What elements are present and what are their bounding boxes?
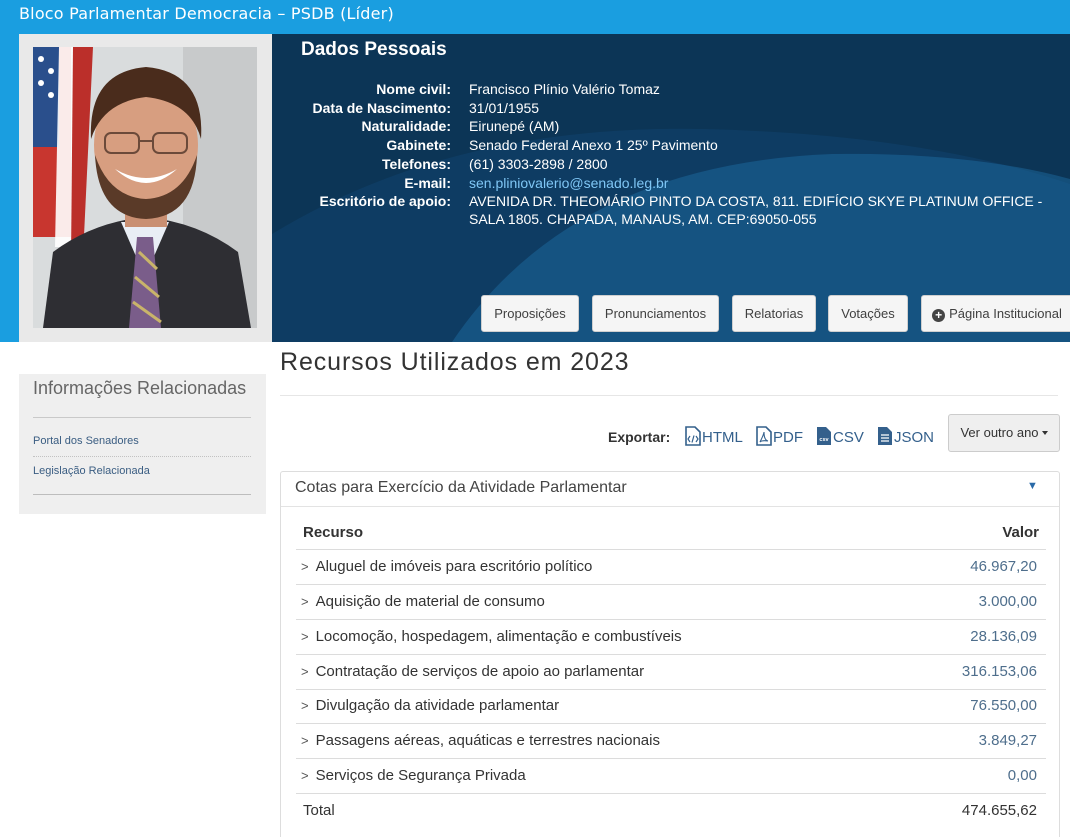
total-label: Total [303, 802, 335, 819]
triangle-down-icon[interactable]: ▼ [1027, 480, 1038, 492]
divider [33, 417, 251, 418]
caret-down-icon [1041, 431, 1048, 435]
row-value: 3.849,27 [978, 732, 1037, 749]
export-label: Exportar: [608, 429, 671, 445]
table-row[interactable]: > Divulgação da atividade parlamentar [301, 697, 559, 714]
row-label: Contratação de serviços de apoio ao parl… [315, 663, 645, 680]
field-value: Francisco Plínio Valério Tomaz [469, 81, 660, 97]
divider [280, 395, 1058, 396]
file-csv-icon: csv [817, 427, 831, 445]
export-pdf-link[interactable]: PDF [756, 426, 803, 448]
field-value: Eirunepé (AM) [469, 118, 560, 134]
party-bar: Bloco Parlamentar Democracia – PSDB (Líd… [0, 0, 1070, 34]
row-divider [296, 758, 1046, 759]
ver-outro-ano-label: Ver outro ano [960, 425, 1039, 440]
table-row[interactable]: > Aluguel de imóveis para escritório polí… [301, 558, 592, 575]
field-value: (61) 3303-2898 / 2800 [469, 156, 608, 172]
field-label: Data de Nascimento: [312, 100, 451, 116]
row-value: 3.000,00 [978, 593, 1037, 610]
export-format-label: PDF [773, 429, 803, 446]
header-band [0, 34, 19, 342]
export-csv-link[interactable]: csv CSV [816, 426, 864, 448]
file-text-icon [878, 427, 892, 445]
personal-data-heading: Dados Pessoais [301, 39, 447, 60]
row-divider [296, 549, 1046, 550]
row-divider [296, 723, 1046, 724]
field-label: Nome civil: [376, 81, 451, 97]
tab-pronunciamentos[interactable]: Pronunciamentos [592, 295, 719, 332]
field-label: Escritório de apoio: [319, 193, 451, 209]
page-title: Recursos Utilizados em 2023 [280, 348, 630, 376]
accordion-title: Cotas para Exercício da Atividade Parlam… [295, 479, 627, 496]
table-row[interactable]: > Passagens aéreas, aquáticas e terrestre… [301, 732, 660, 749]
svg-text:csv: csv [819, 437, 829, 443]
chevron-right-icon: > [301, 664, 309, 679]
row-label: Divulgação da atividade parlamentar [315, 697, 560, 714]
tab-relatorias[interactable]: Relatorias [732, 295, 816, 332]
tab-votacoes[interactable]: Votações [828, 295, 908, 332]
total-value: 474.655,62 [961, 802, 1037, 819]
row-divider [296, 619, 1046, 620]
row-divider [296, 654, 1046, 655]
export-format-label: HTML [702, 429, 743, 446]
export-html-link[interactable]: HTML [685, 426, 743, 448]
ver-outro-ano-button[interactable]: Ver outro ano [948, 414, 1060, 452]
party-title: Bloco Parlamentar Democracia – PSDB (Líd… [19, 4, 394, 23]
row-divider [296, 793, 1046, 794]
row-value: 0,00 [1007, 767, 1037, 784]
accordion-header[interactable]: Cotas para Exercício da Atividade Parlam… [281, 472, 1059, 507]
column-header-valor: Valor [1002, 524, 1039, 541]
export-json-link[interactable]: JSON [877, 426, 934, 448]
cotas-accordion: Cotas para Exercício da Atividade Parlam… [280, 471, 1060, 837]
column-header-recurso: Recurso [303, 524, 364, 541]
chevron-right-icon: > [301, 698, 309, 713]
photo-frame [19, 34, 272, 342]
chevron-right-icon: > [301, 733, 309, 748]
row-value: 76.550,00 [970, 697, 1037, 714]
plus-circle-icon: + [932, 309, 946, 322]
table-row[interactable]: > Contratação de serviços de apoio ao par… [301, 663, 644, 680]
chevron-right-icon: > [301, 629, 309, 644]
row-value: 46.967,20 [970, 558, 1037, 575]
tab-pagina-institucional[interactable]: + Página Institucional [921, 295, 1070, 332]
row-divider [296, 584, 1046, 585]
row-label: Aluguel de imóveis para escritório polít… [315, 558, 593, 575]
row-label: Locomoção, hospedagem, alimentação e com… [315, 628, 682, 645]
file-code-icon [685, 426, 701, 446]
row-label: Aquisição de material de consumo [315, 593, 545, 610]
related-info-sidebar: Informações Relacionadas Portal dos Sena… [19, 374, 266, 514]
personal-data-panel: Dados Pessoais Nome civil: Francisco Plí… [272, 34, 1070, 342]
export-format-label: CSV [833, 429, 864, 446]
field-label: E-mail: [404, 175, 451, 191]
divider [33, 494, 251, 495]
senator-photo [33, 47, 257, 328]
field-label: Telefones: [382, 156, 451, 172]
table-row[interactable]: > Aquisição de material de consumo [301, 593, 545, 610]
sidebar-link-legislacao[interactable]: Legislação Relacionada [33, 465, 150, 477]
chevron-right-icon: > [301, 559, 309, 574]
tab-label: Página Institucional [949, 306, 1062, 321]
chevron-right-icon: > [301, 768, 309, 783]
sidebar-title: Informações Relacionadas [33, 378, 247, 398]
file-pdf-icon [756, 426, 772, 446]
field-value: AVENIDA DR. THEOMÁRIO PINTO DA COSTA, 81… [469, 193, 1043, 227]
divider [33, 456, 251, 457]
table-row[interactable]: > Serviços de Segurança Privada [301, 767, 526, 784]
field-label: Naturalidade: [361, 118, 451, 134]
field-value: Senado Federal Anexo 1 25º Pavimento [469, 137, 718, 153]
sidebar-link-portal[interactable]: Portal dos Senadores [33, 435, 139, 447]
email-link[interactable]: sen.pliniovalerio@senado.leg.br [469, 174, 668, 192]
chevron-right-icon: > [301, 594, 309, 609]
row-label: Passagens aéreas, aquáticas e terrestres… [315, 732, 660, 749]
row-label: Serviços de Segurança Privada [315, 767, 526, 784]
field-value: 31/01/1955 [469, 100, 540, 116]
row-value: 316.153,06 [961, 663, 1037, 680]
row-divider [296, 689, 1046, 690]
export-format-label: JSON [894, 429, 935, 446]
row-value: 28.136,09 [970, 628, 1037, 645]
table-row[interactable]: > Locomoção, hospedagem, alimentação e co… [301, 628, 682, 645]
field-label: Gabinete: [386, 137, 451, 153]
tab-proposicoes[interactable]: Proposições [481, 295, 579, 332]
